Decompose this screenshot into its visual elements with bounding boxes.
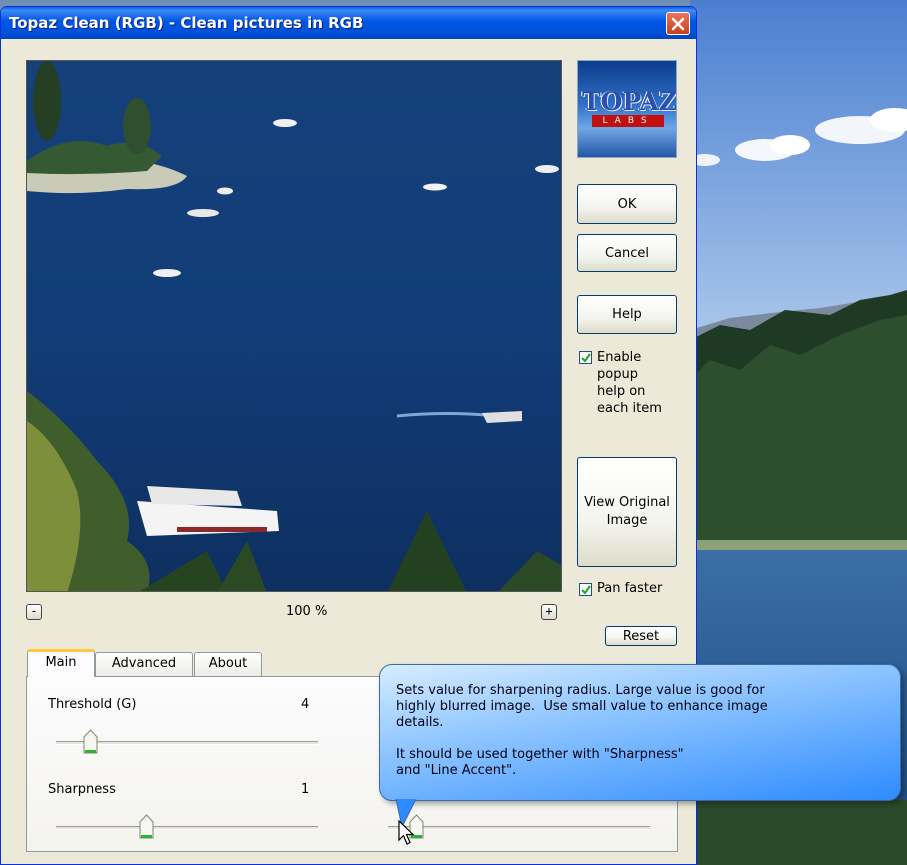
close-button[interactable] — [666, 12, 690, 35]
sharpness-slider-thumb[interactable] — [139, 814, 154, 840]
zoom-level: 100 % — [286, 604, 328, 619]
logo-sub-text: LABS — [592, 115, 664, 127]
popup-help-tooltip: Sets value for sharpening radius. Large … — [379, 664, 901, 801]
pan-faster-label[interactable]: Pan faster — [597, 581, 662, 596]
radius-slider-track[interactable] — [388, 826, 650, 830]
enable-popup-help-checkbox[interactable] — [579, 351, 592, 364]
pan-faster-checkbox[interactable] — [579, 583, 592, 596]
preview-image[interactable] — [26, 60, 562, 592]
title-bar[interactable]: Topaz Clean (RGB) - Clean pictures in RG… — [1, 7, 696, 39]
close-icon — [671, 17, 685, 31]
sharpness-value: 1 — [301, 782, 310, 797]
topaz-labs-logo: TOPAZ LABS — [577, 60, 677, 158]
checkmark-icon — [581, 353, 591, 363]
ok-button[interactable]: OK — [577, 184, 677, 224]
zoom-in-button[interactable]: + — [541, 604, 557, 620]
threshold-slider-thumb[interactable] — [83, 729, 98, 755]
threshold-label: Threshold (G) — [48, 697, 137, 712]
cancel-button[interactable]: Cancel — [577, 234, 677, 272]
logo-brand-text: TOPAZ — [582, 87, 677, 116]
reset-button[interactable]: Reset — [605, 626, 677, 646]
threshold-value: 4 — [301, 697, 310, 712]
sharpness-label: Sharpness — [48, 782, 116, 797]
sharpness-slider-track[interactable] — [56, 826, 318, 830]
tab-about[interactable]: About — [194, 652, 262, 676]
help-button[interactable]: Help — [577, 295, 677, 334]
zoom-out-button[interactable]: - — [26, 604, 42, 620]
view-original-image-button[interactable]: View Original Image — [577, 457, 677, 567]
tab-advanced[interactable]: Advanced — [95, 652, 193, 676]
mouse-cursor-icon — [398, 820, 415, 845]
checkmark-icon — [581, 585, 591, 595]
window-title: Topaz Clean (RGB) - Clean pictures in RG… — [9, 14, 364, 32]
tab-main[interactable]: Main — [27, 649, 95, 677]
enable-popup-help-label[interactable]: Enable popup help on each item — [597, 349, 667, 417]
